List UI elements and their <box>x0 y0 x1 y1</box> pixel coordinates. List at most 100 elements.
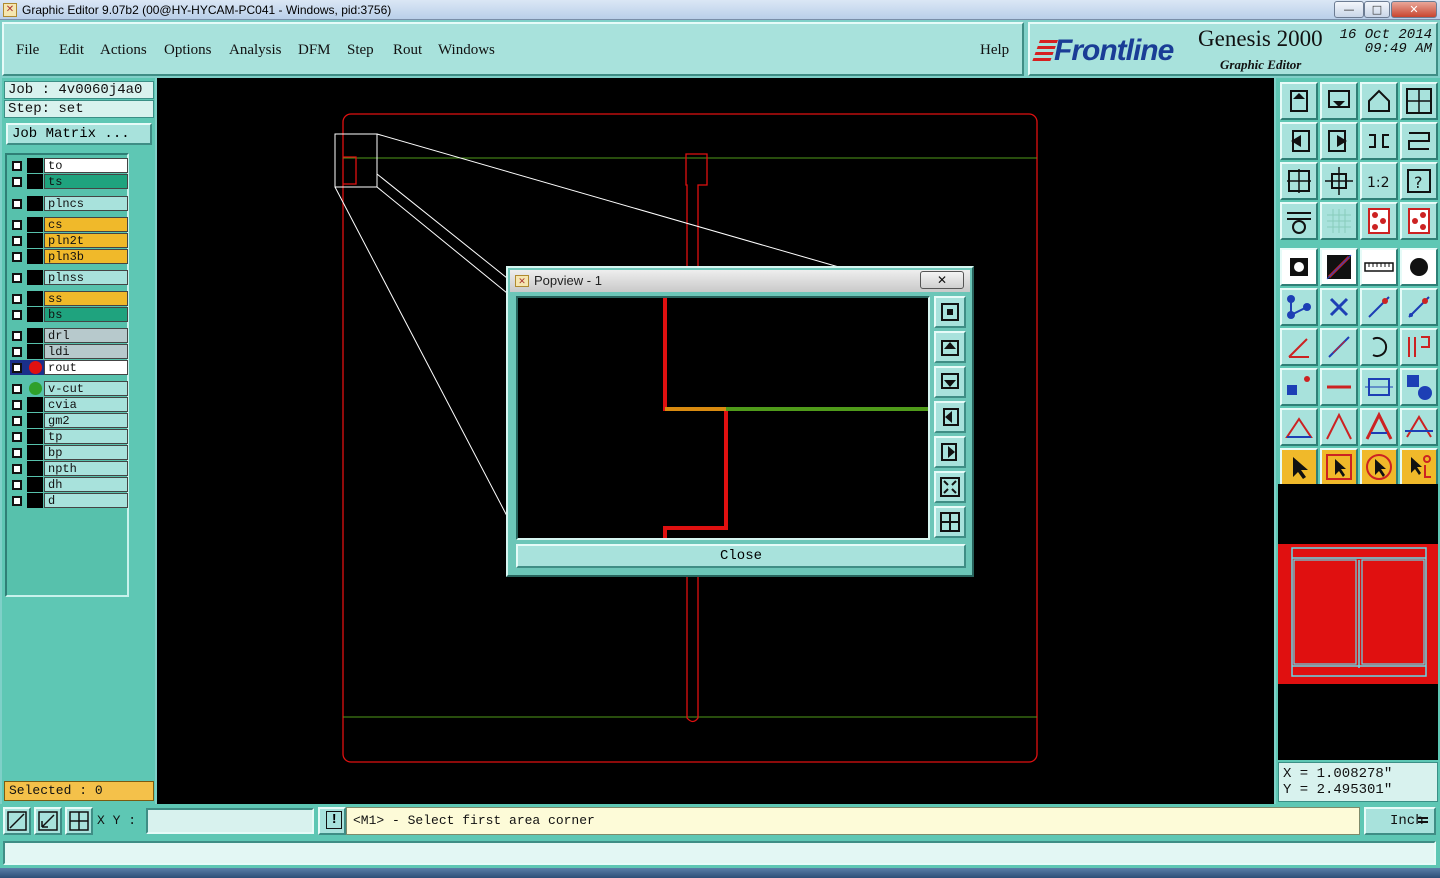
layer-name[interactable]: ss <box>44 291 128 306</box>
popview-canvas[interactable] <box>516 296 930 540</box>
mirror-tool-button[interactable] <box>1360 122 1398 160</box>
layer-row-tp[interactable]: tp <box>10 429 128 444</box>
layer-checkbox[interactable] <box>12 480 22 490</box>
layer-row-plnss[interactable]: plnss <box>10 270 128 285</box>
zoom-window-tool-button[interactable] <box>1320 82 1358 120</box>
layer-checkbox[interactable] <box>12 448 22 458</box>
menu-analysis[interactable]: Analysis <box>229 42 282 59</box>
zoom-out-tool-button[interactable] <box>1320 162 1358 200</box>
layer-row-to[interactable]: to <box>10 158 128 173</box>
layer-row-bp[interactable]: bp <box>10 445 128 460</box>
layer-name[interactable]: drl <box>44 328 128 343</box>
layer-checkbox[interactable] <box>12 464 22 474</box>
flip-tool-button[interactable] <box>1400 328 1438 366</box>
layer-name[interactable]: pln2t <box>44 233 128 248</box>
layer-row-v-cut[interactable]: v-cut <box>10 381 128 396</box>
swap-tool-button[interactable] <box>1400 122 1438 160</box>
xy-input[interactable] <box>146 808 314 834</box>
layer-name[interactable]: pln3b <box>44 249 128 264</box>
layer-checkbox[interactable] <box>12 496 22 506</box>
scale-one-to-two-tool-button[interactable]: 1:2 <box>1360 162 1398 200</box>
layer-checkbox[interactable] <box>12 220 22 230</box>
popview-pan-left-button[interactable] <box>934 401 966 433</box>
menu-file[interactable]: File <box>16 42 39 59</box>
panel-overview[interactable] <box>1278 530 1438 690</box>
menu-windows[interactable]: Windows <box>438 42 495 59</box>
job-matrix-button[interactable]: Job Matrix ... <box>6 123 152 145</box>
triangle-blue-tool-button[interactable] <box>1400 408 1438 446</box>
rotate-tool-button[interactable] <box>1360 328 1398 366</box>
layer-row-ldi[interactable]: ldi <box>10 344 128 359</box>
layer-name[interactable]: cvia <box>44 397 128 412</box>
ruler-tool-button[interactable] <box>1360 248 1398 286</box>
popview-pan-up-button[interactable] <box>934 331 966 363</box>
layer-row-pln2t[interactable]: pln2t <box>10 233 128 248</box>
layer-checkbox[interactable] <box>12 400 22 410</box>
layer-row-d[interactable]: d <box>10 493 128 508</box>
layer-row-pln3b[interactable]: pln3b <box>10 249 128 264</box>
angle-tool-button[interactable] <box>1280 328 1318 366</box>
layer-row-ss[interactable]: ss <box>10 291 128 306</box>
layer-name[interactable]: tp <box>44 429 128 444</box>
settings-tool-button[interactable] <box>1280 202 1318 240</box>
layer-row-npth[interactable]: npth <box>10 461 128 476</box>
layer-checkbox[interactable] <box>12 177 22 187</box>
layer-name[interactable]: d <box>44 493 128 508</box>
triangle-red-tool-button[interactable] <box>1360 408 1398 446</box>
layer-red-alt-tool-button[interactable] <box>1400 202 1438 240</box>
layer-name[interactable]: cs <box>44 217 128 232</box>
layer-checkbox[interactable] <box>12 161 22 171</box>
segment-tool-button[interactable] <box>1360 288 1398 326</box>
layer-checkbox[interactable] <box>12 236 22 246</box>
layer-name[interactable]: ts <box>44 174 128 189</box>
layer-row-plncs[interactable]: plncs <box>10 196 128 211</box>
popview-zoom-in-button[interactable] <box>934 471 966 503</box>
zoom-home-tool-button[interactable] <box>1280 82 1318 120</box>
menu-help[interactable]: Help <box>980 42 1009 59</box>
menu-rout[interactable]: Rout <box>393 42 422 59</box>
layer-name[interactable]: ldi <box>44 344 128 359</box>
connect-tool-button[interactable] <box>1280 288 1318 326</box>
popview-close-button[interactable]: Close <box>516 544 966 568</box>
layer-checkbox[interactable] <box>12 432 22 442</box>
cross-tool-button[interactable] <box>1320 288 1358 326</box>
layer-row-drl[interactable]: drl <box>10 328 128 343</box>
triangle-tool-button[interactable] <box>1280 408 1318 446</box>
circle-tool-button[interactable] <box>1400 248 1438 286</box>
popview-close-x-button[interactable]: ✕ <box>920 271 964 289</box>
menu-edit[interactable]: Edit <box>59 42 84 59</box>
layer-row-ts[interactable]: ts <box>10 174 128 189</box>
layer-row-dh[interactable]: dh <box>10 477 128 492</box>
zoom-in-tool-button[interactable] <box>1280 162 1318 200</box>
menu-actions[interactable]: Actions <box>100 42 147 59</box>
units-selector[interactable]: Inch <box>1364 807 1436 835</box>
popview-pan-right-button[interactable] <box>934 436 966 468</box>
pan-left-tool-button[interactable] <box>1280 122 1318 160</box>
layer-name[interactable]: dh <box>44 477 128 492</box>
layer-name[interactable]: to <box>44 158 128 173</box>
measure-mode-button[interactable] <box>34 807 62 835</box>
layer-row-rout[interactable]: rout <box>10 360 128 375</box>
stretch-tool-button[interactable] <box>1360 368 1398 406</box>
layer-name[interactable]: plncs <box>44 196 128 211</box>
menu-step[interactable]: Step <box>347 42 374 59</box>
pointer-select-tool-button[interactable] <box>1320 448 1358 486</box>
grid-mode-button[interactable] <box>65 807 93 835</box>
popview-pan-down-button[interactable] <box>934 366 966 398</box>
maximize-button[interactable]: □ <box>1364 1 1390 18</box>
layer-name[interactable]: bs <box>44 307 128 322</box>
help-tool-button[interactable]: ? <box>1400 162 1438 200</box>
pointer-net-tool-button[interactable] <box>1400 448 1438 486</box>
minimize-button[interactable]: — <box>1334 1 1364 18</box>
snap-mode-button[interactable] <box>3 807 31 835</box>
layer-name[interactable]: plnss <box>44 270 128 285</box>
close-window-button[interactable]: ✕ <box>1391 1 1437 18</box>
layer-checkbox[interactable] <box>12 294 22 304</box>
menu-dfm[interactable]: DFM <box>298 42 331 59</box>
layer-name[interactable]: bp <box>44 445 128 460</box>
warning-button[interactable]: ! <box>318 807 346 835</box>
layer-name[interactable]: npth <box>44 461 128 476</box>
arc-segment-tool-button[interactable] <box>1400 288 1438 326</box>
grid-tool-button[interactable] <box>1320 202 1358 240</box>
layer-checkbox[interactable] <box>12 347 22 357</box>
